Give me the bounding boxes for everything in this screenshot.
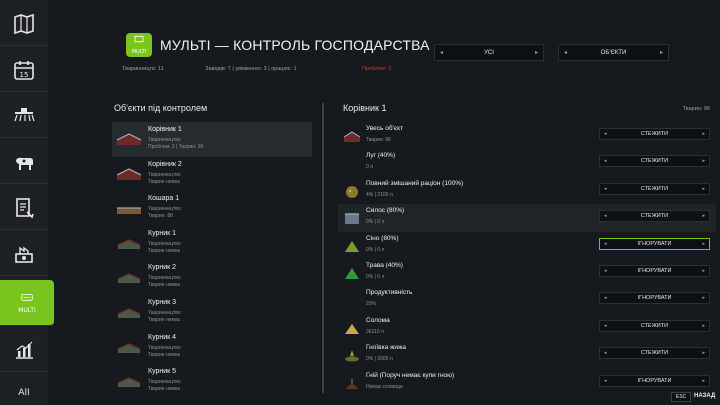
chevron-right-icon[interactable]: ▸: [702, 213, 705, 219]
chevron-right-icon[interactable]: ▸: [702, 268, 705, 274]
help-icon[interactable]: AlI: [0, 374, 48, 405]
watch-toggle[interactable]: ◂ СТЕЖИТИ ▸: [599, 128, 710, 140]
watch-toggle[interactable]: ◂ СТЕЖИТИ ▸: [599, 155, 710, 168]
sprayer-icon[interactable]: [0, 94, 48, 138]
svg-text:AlI: AlI: [18, 387, 30, 398]
list-item: Трава (40%) 0% | 0 л ◂ ІГНОРУВАТИ ▸: [338, 259, 716, 286]
list-item: Продуктивність 20% ◂ ІГНОРУВАТИ ▸: [338, 286, 716, 313]
chevron-right-icon[interactable]: ▸: [702, 323, 705, 329]
chevron-right-icon[interactable]: ▸: [702, 131, 705, 137]
chevron-right-icon[interactable]: ▸: [660, 49, 663, 56]
filter-dropdown-value: УСІ: [484, 49, 494, 56]
watch-toggle[interactable]: ◂ СТЕЖИТИ ▸: [599, 210, 710, 223]
list-item[interactable]: Курник 2 Тваринництво Тварин немає: [112, 260, 312, 295]
sidebar: 15 MULTI AlI: [0, 0, 54, 405]
barn-icon: [116, 133, 142, 145]
svg-text:15: 15: [20, 71, 29, 79]
esc-key-hint[interactable]: ESC: [671, 392, 692, 402]
list-item[interactable]: Курник 4 Тваринництво Тварин немає: [112, 330, 312, 365]
list-item: Повний змішаний раціон (100%) 4% | 2100 …: [338, 177, 716, 204]
sheep-pen-icon: [117, 207, 141, 215]
sidebar-item-multi[interactable]: MULTI: [0, 280, 54, 326]
multi-logo-label: MULTI: [131, 49, 147, 55]
map-icon[interactable]: [0, 2, 48, 46]
list-item: Гноївка жижа 0% | 3000 л ◂ СТЕЖИТИ ▸: [338, 341, 716, 368]
detail-panel-title: Корівник 1: [343, 103, 387, 113]
manure-icon: [346, 378, 358, 389]
objects-list: Корівник 1 Тваринництво Проблем: 2 | Тва…: [112, 122, 312, 399]
barn-icon: [116, 167, 142, 180]
stat-factories: Заводів: 7 | увімкнено: 3 | працює: 1: [205, 66, 297, 72]
objects-panel-title: Об'єкти під контролем: [114, 103, 208, 113]
chevron-right-icon[interactable]: ▸: [702, 186, 705, 192]
list-item: Солома 36110 л ◂ СТЕЖИТИ ▸: [338, 314, 716, 341]
list-item[interactable]: Кошара 1 Тваринництво Тварин: 88: [112, 191, 312, 226]
watch-toggle[interactable]: ◂ СТЕЖИТИ ▸: [599, 319, 710, 332]
tmr-icon: [346, 185, 358, 198]
chevron-left-icon[interactable]: ◂: [564, 49, 567, 56]
filter-dropdown[interactable]: ◂ УСІ ▸: [434, 44, 544, 61]
list-item[interactable]: Корівник 1 Тваринництво Проблем: 2 | Тва…: [112, 122, 312, 157]
straw-icon: [345, 323, 359, 334]
header-stats: Тваринництв: 11 Заводів: 7 | увімкнено: …: [122, 66, 297, 72]
statistics-icon[interactable]: [0, 328, 48, 372]
page-title: МУЛЬТІ — КОНТРОЛЬ ГОСПОДАРСТВА: [160, 37, 430, 53]
list-item: Силос (80%) 0% | 0 л ◂ СТЕЖИТИ ▸: [338, 204, 716, 232]
watch-toggle[interactable]: ◂ ІГНОРУВАТИ ▸: [599, 264, 710, 277]
view-dropdown[interactable]: ◂ ОБ'ЄКТИ ▸: [558, 44, 669, 61]
list-item: Сіно (80%) 0% | 0 л ◂ ІГНОРУВАТИ ▸: [338, 232, 716, 259]
contracts-icon[interactable]: [0, 186, 48, 230]
list-item[interactable]: Курник 3 Тваринництво Тварин немає: [112, 295, 312, 330]
chicken-coop-icon: [117, 377, 141, 388]
animal-count: Тварин: 96: [682, 106, 710, 112]
barn-icon: [343, 131, 361, 142]
silage-icon: [345, 213, 359, 225]
chicken-coop-icon: [117, 342, 141, 353]
view-dropdown-value: ОБ'ЄКТИ: [600, 49, 627, 56]
stat-breeders: Тваринництв: 11: [122, 66, 164, 72]
sidebar-item-multi-label: MULTI: [18, 307, 36, 314]
monitor-list: Увесь об'єкт Тварин: 96 ◂ СТЕЖИТИ ▸ Луг (4…: [338, 122, 716, 396]
multi-logo-icon: MULTI: [126, 33, 152, 57]
watch-toggle[interactable]: ◂ ІГНОРУВАТИ ▸: [599, 292, 710, 305]
list-item[interactable]: Курник 1 Тваринництво Тварин немає: [112, 226, 312, 261]
list-item: Увесь об'єкт Тварин: 96 ◂ СТЕЖИТИ ▸: [338, 122, 716, 149]
list-item[interactable]: Курник 5 Тваринництво Тварин немає: [112, 364, 312, 399]
chevron-right-icon[interactable]: ▸: [702, 158, 705, 164]
watch-toggle[interactable]: ◂ СТЕЖИТИ ▸: [599, 182, 710, 195]
chevron-right-icon[interactable]: ▸: [702, 295, 705, 301]
calendar-icon[interactable]: 15: [0, 48, 48, 92]
chicken-coop-icon: [117, 308, 141, 318]
chevron-right-icon[interactable]: ▸: [702, 241, 705, 247]
chevron-right-icon[interactable]: ▸: [535, 49, 538, 56]
back-button[interactable]: НАЗАД: [694, 393, 715, 399]
production-icon[interactable]: [0, 232, 48, 276]
grass-icon: [345, 267, 359, 279]
hay-icon: [345, 240, 359, 252]
chevron-left-icon[interactable]: ◂: [440, 49, 443, 56]
slurry-icon: [345, 350, 359, 362]
list-item: Луг (40%) 0 л ◂ СТЕЖИТИ ▸: [338, 149, 716, 176]
multi-icon: [21, 294, 33, 301]
watch-toggle[interactable]: ◂ ІГНОРУВАТИ ▸: [599, 374, 710, 387]
watch-toggle[interactable]: ◂ СТЕЖИТИ ▸: [599, 347, 710, 360]
list-item: Гній (Поруч немає купи гною) Немає схови…: [338, 369, 716, 396]
watch-toggle[interactable]: ◂ ІГНОРУВАТИ ▸: [599, 237, 710, 250]
list-item[interactable]: Корівник 2 Тваринництво Тварин немає: [112, 157, 312, 192]
chicken-coop-icon: [117, 273, 141, 284]
animals-icon[interactable]: [0, 140, 48, 184]
chevron-right-icon[interactable]: ▸: [702, 350, 705, 356]
panel-divider: [322, 103, 324, 393]
stat-problems: Проблем: 3: [362, 66, 392, 72]
chicken-coop-icon: [117, 239, 141, 249]
chevron-right-icon[interactable]: ▸: [702, 378, 705, 384]
